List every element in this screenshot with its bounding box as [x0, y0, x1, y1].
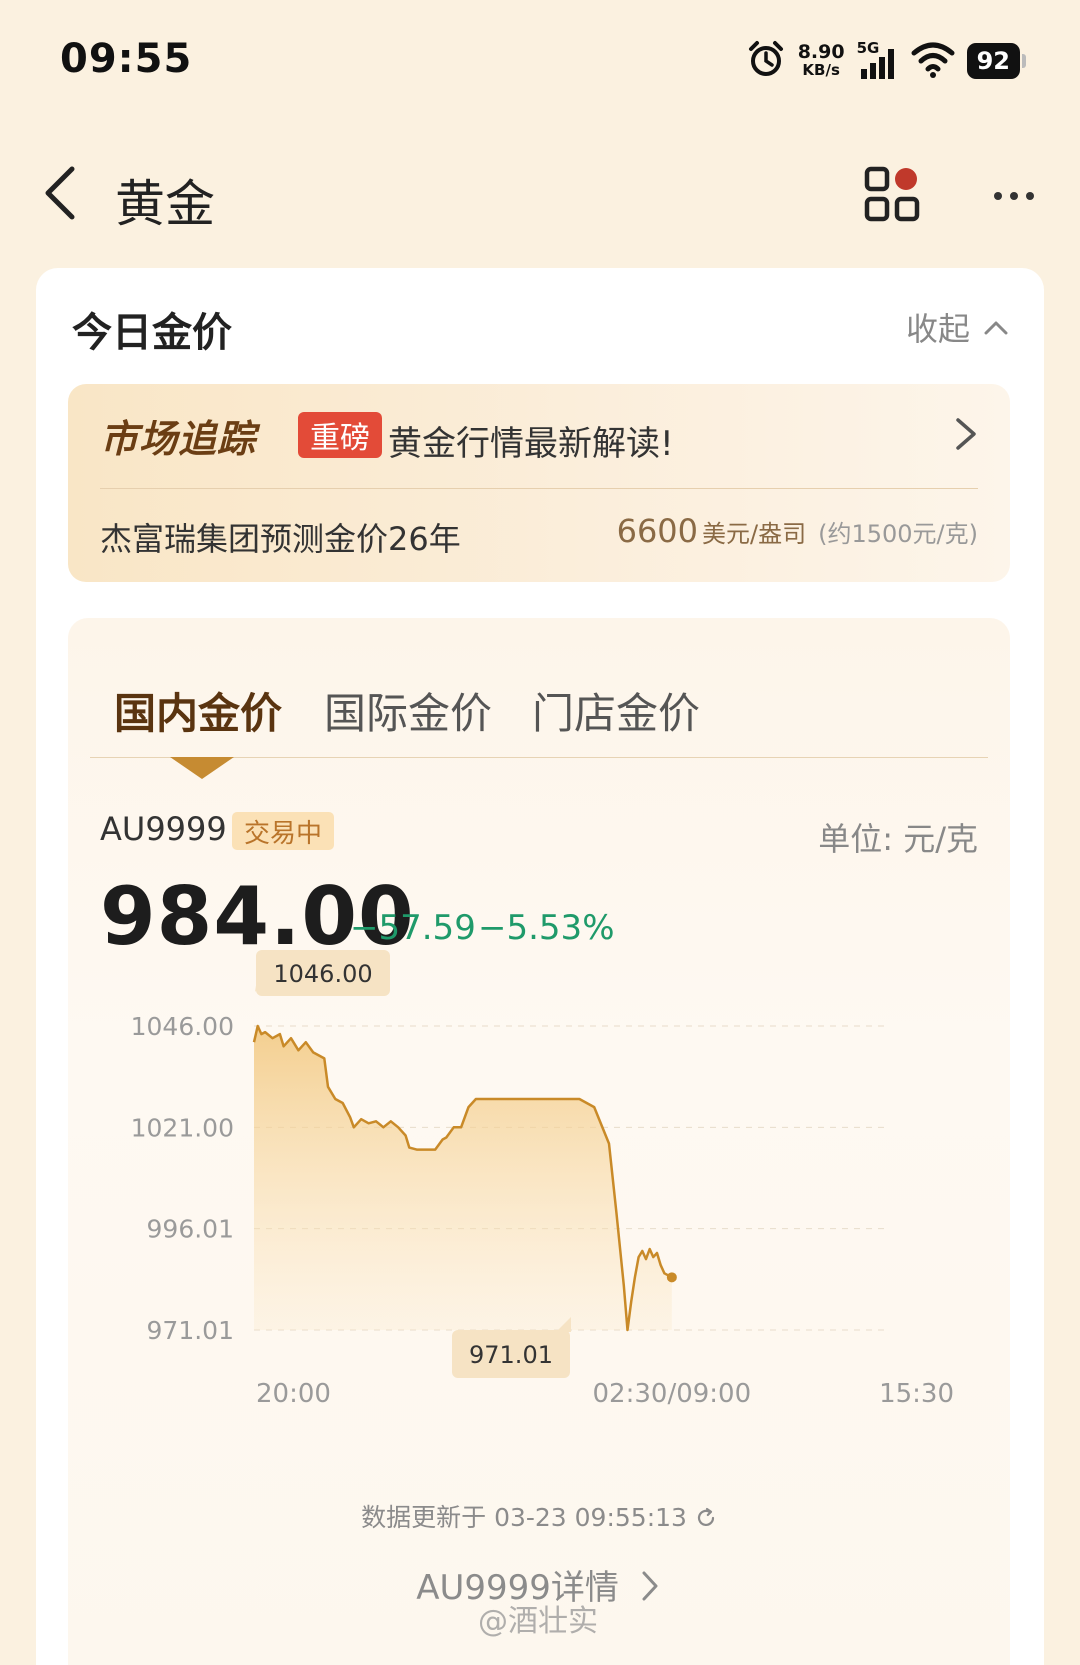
last-price-dot: [666, 1272, 677, 1283]
apps-grid-icon: [864, 166, 920, 222]
status-bar: 09:55 8.90 KB/s 5G 92: [0, 0, 1080, 120]
x-tick-label: 20:00: [256, 1379, 331, 1409]
y-tick-label: 996.01: [147, 1215, 234, 1244]
update-time-row: 数据更新于 03-23 09:55:13: [68, 1498, 1010, 1534]
watermark: @酒壮实: [478, 1604, 598, 1639]
apps-grid-button[interactable]: [862, 164, 922, 224]
news-badge: 重磅: [298, 412, 382, 458]
alarm-icon: [746, 39, 786, 83]
signal-icon: 5G: [857, 39, 899, 81]
nav-bar: 黄金: [0, 130, 1080, 260]
collapse-button[interactable]: 收起: [906, 304, 1008, 350]
more-dots-icon: [1010, 192, 1018, 200]
speed-value: 8.90: [797, 41, 845, 63]
update-time: 03-23 09:55:13: [494, 1503, 687, 1532]
news-price-approx: (约1500元/克): [818, 520, 978, 548]
y-tick-label: 1021.00: [131, 1113, 234, 1142]
wifi-icon: [911, 39, 955, 83]
battery-level: 92: [976, 47, 1010, 75]
status-time: 09:55: [60, 36, 193, 82]
chevron-up-icon: [984, 321, 1008, 335]
x-tick-label: 15:30: [879, 1379, 954, 1409]
divider: [100, 488, 978, 489]
back-button[interactable]: [30, 158, 90, 228]
chevron-left-icon: [45, 166, 75, 220]
y-tick-label: 971.01: [147, 1316, 234, 1345]
network-speed: 8.90 KB/s: [797, 41, 845, 80]
max-price-callout: 1046.00: [255, 950, 390, 996]
more-dots-icon: [994, 192, 1002, 200]
section-title: 今日金价: [72, 310, 232, 356]
chevron-right-icon: [642, 1571, 658, 1601]
max-price-label: 1046.00: [273, 960, 372, 988]
min-price-label: 971.01: [469, 1341, 553, 1369]
status-icons: 8.90 KB/s 5G 92: [746, 38, 1027, 84]
page-title: 黄金: [115, 175, 215, 233]
price-panel: 国内金价 国际金价 门店金价 AU9999 交易中 单位: 元/克 984.00…: [68, 618, 1010, 1665]
y-tick-label: 1046.00: [131, 1012, 234, 1041]
more-dots-icon: [1026, 192, 1034, 200]
news-headline: 黄金行情最新解读!: [388, 424, 674, 464]
price-area: [254, 1026, 672, 1330]
speed-unit: KB/s: [802, 61, 840, 79]
more-button[interactable]: [984, 176, 1044, 216]
market-news-banner[interactable]: 市场追踪 重磅 黄金行情最新解读! 杰富瑞集团预测金价26年 6600 美元/盎…: [68, 384, 1010, 582]
battery-icon: 92: [966, 43, 1027, 79]
news-price-unit: 美元/盎司: [702, 520, 807, 548]
news-tag: 市场追踪: [100, 417, 257, 461]
news-price: 6600 美元/盎司 (约1500元/克): [617, 512, 978, 550]
refresh-icon[interactable]: [695, 1507, 717, 1529]
collapse-label: 收起: [905, 310, 970, 348]
intraday-chart[interactable]: 1046.00 971.01 1046.00 1021.00 996.01 971.0…: [68, 618, 1010, 1478]
chevron-right-icon: [956, 418, 976, 450]
news-subheadline: 杰富瑞集团预测金价26年: [100, 520, 461, 558]
today-gold-price-card: 今日金价 收起 市场追踪 重磅 黄金行情最新解读! 杰富瑞集团预测金价26年 6…: [36, 268, 1044, 1665]
news-price-value: 6600: [616, 512, 699, 550]
x-tick-label: 02:30/09:00: [593, 1379, 752, 1409]
update-prefix: 数据更新于: [361, 1503, 487, 1532]
